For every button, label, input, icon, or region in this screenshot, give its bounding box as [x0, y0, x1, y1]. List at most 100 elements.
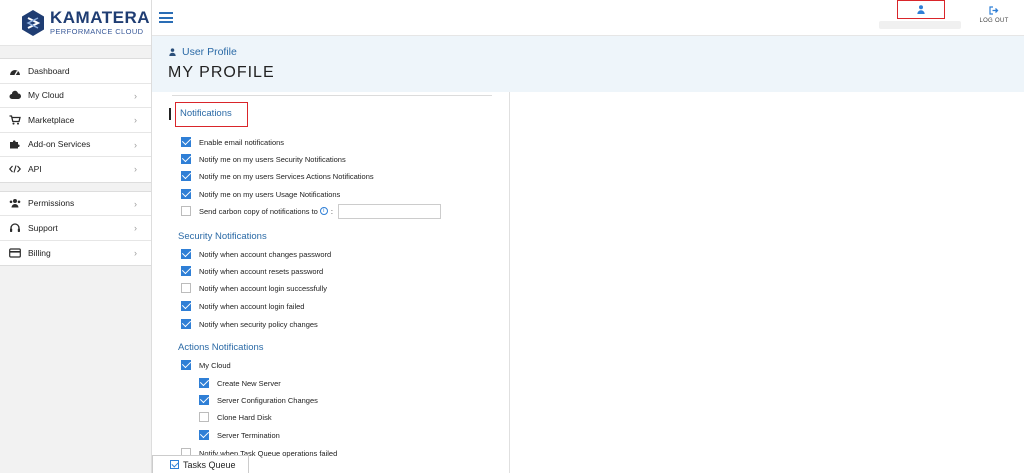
chevron-right-icon: ›: [134, 198, 137, 209]
user-icon: [169, 48, 176, 56]
sidebar-item-label: My Cloud: [28, 90, 64, 101]
checkbox[interactable]: [199, 430, 209, 440]
checkbox-label: Notify me on my users Usage Notification…: [199, 189, 341, 199]
sidebar-item-label: Dashboard: [28, 65, 70, 76]
sidebar-item-my-cloud[interactable]: My Cloud ›: [0, 84, 151, 108]
users-icon: [9, 198, 21, 208]
profile-content: Notifications Enable email notifications…: [152, 92, 510, 473]
notify-users-security-row[interactable]: Notify me on my users Security Notificat…: [181, 153, 346, 165]
logout-button[interactable]: LOG OUT: [974, 6, 1014, 24]
logout-label: LOG OUT: [979, 18, 1009, 24]
logo-name: KAMATERA: [50, 8, 151, 28]
logo[interactable]: KAMATERA PERFORMANCE CLOUD: [0, 0, 151, 46]
checkbox-label: Create New Server: [217, 378, 281, 388]
sidebar-item-api[interactable]: API ›: [0, 157, 151, 182]
sidebar-item-billing[interactable]: Billing ›: [0, 241, 151, 266]
sidebar-item-dashboard[interactable]: Dashboard: [0, 59, 151, 84]
checkbox[interactable]: [181, 266, 191, 276]
checkbox[interactable]: [181, 171, 191, 181]
sidebar-item-label: API: [28, 164, 42, 175]
checkbox-label: Notify when security policy changes: [199, 319, 318, 329]
checkbox[interactable]: [181, 283, 191, 293]
checkbox[interactable]: [181, 189, 191, 199]
headset-icon: [9, 223, 21, 233]
action-my-cloud-row[interactable]: My Cloud: [181, 359, 231, 371]
send-carbon-copy-row[interactable]: Send carbon copy of notifications to i :: [181, 205, 333, 217]
nav-group-account: Permissions › Support › Billing ›: [0, 190, 151, 266]
checkbox-label: My Cloud: [199, 360, 231, 370]
breadcrumb[interactable]: User Profile: [169, 46, 237, 58]
checkbox-label: Send carbon copy of notifications to: [199, 206, 318, 216]
dashboard-icon: [9, 66, 21, 76]
notify-users-usage-row[interactable]: Notify me on my users Usage Notification…: [181, 188, 340, 200]
logo-tagline: PERFORMANCE CLOUD: [50, 27, 144, 37]
divider: [172, 95, 492, 96]
sidebar-item-label: Support: [28, 222, 58, 233]
cart-icon: [9, 115, 21, 125]
checkbox[interactable]: [199, 378, 209, 388]
sidebar-item-marketplace[interactable]: Marketplace ›: [0, 108, 151, 133]
checkbox[interactable]: [181, 154, 191, 164]
chevron-right-icon: ›: [134, 139, 137, 150]
topbar: LOG OUT: [152, 0, 1024, 36]
actions-section-title: Actions Notifications: [178, 342, 264, 353]
code-icon: [9, 164, 21, 174]
checkbox-label: Clone Hard Disk: [217, 412, 272, 422]
sidebar-item-label: Add-on Services: [28, 139, 91, 150]
checkbox[interactable]: [181, 301, 191, 311]
page-header: User Profile MY PROFILE: [152, 36, 1024, 92]
security-login-failed-row[interactable]: Notify when account login failed: [181, 300, 304, 312]
checkbox-label: Notify me on my users Services Actions N…: [199, 171, 374, 181]
cloud-icon: [9, 90, 21, 100]
credit-card-icon: [9, 248, 21, 258]
checkbox[interactable]: [181, 206, 191, 216]
security-change-password-row[interactable]: Notify when account changes password: [181, 248, 331, 260]
checkbox[interactable]: [199, 412, 209, 422]
chevron-right-icon: ›: [134, 223, 137, 233]
action-server-termination-row[interactable]: Server Termination: [199, 429, 280, 441]
checkbox[interactable]: [181, 360, 191, 370]
action-create-server-row[interactable]: Create New Server: [199, 377, 281, 389]
chevron-right-icon: ›: [134, 164, 137, 174]
notifications-section-title[interactable]: Notifications: [180, 108, 232, 119]
checkbox[interactable]: [181, 137, 191, 147]
checkbox-label: Server Configuration Changes: [217, 395, 318, 405]
checkbox-label: Notify when account changes password: [199, 249, 332, 259]
security-login-success-row[interactable]: Notify when account login successfully: [181, 282, 327, 294]
security-section-title: Security Notifications: [178, 231, 267, 242]
nav-group-main: Dashboard My Cloud › Marketplace › Add-o…: [0, 58, 151, 183]
sidebar-item-label: Billing: [28, 247, 51, 258]
security-reset-password-row[interactable]: Notify when account resets password: [181, 265, 323, 277]
sidebar-item-label: Marketplace: [28, 114, 75, 125]
sidebar-item-support[interactable]: Support ›: [0, 216, 151, 241]
tasks-queue-tab[interactable]: Tasks Queue: [152, 455, 249, 473]
chevron-right-icon: ›: [134, 90, 137, 101]
user-icon: [917, 5, 925, 14]
checkbox[interactable]: [199, 395, 209, 405]
carbon-copy-email-input[interactable]: [338, 204, 441, 219]
tasks-queue-label: Tasks Queue: [183, 459, 236, 470]
chevron-right-icon: ›: [134, 247, 137, 258]
user-name-redacted: [879, 21, 961, 29]
checkbox[interactable]: [181, 249, 191, 259]
breadcrumb-label: User Profile: [182, 46, 237, 58]
notify-users-services-actions-row[interactable]: Notify me on my users Services Actions N…: [181, 170, 374, 182]
cc-colon: :: [330, 206, 333, 216]
kamatera-logo-icon: [22, 9, 44, 36]
hamburger-menu-icon[interactable]: [159, 12, 173, 23]
sidebar-item-add-on-services[interactable]: Add-on Services ›: [0, 133, 151, 157]
action-server-config-row[interactable]: Server Configuration Changes: [199, 394, 318, 406]
puzzle-icon: [9, 139, 21, 149]
checkbox-label: Notify when account login failed: [199, 301, 305, 311]
checkbox[interactable]: [181, 319, 191, 329]
action-clone-disk-row[interactable]: Clone Hard Disk: [199, 411, 272, 423]
info-icon[interactable]: i: [319, 207, 328, 215]
enable-email-notifications-row[interactable]: Enable email notifications: [181, 136, 284, 148]
section-marker: [169, 108, 171, 120]
checkbox-icon: [170, 460, 179, 469]
chevron-right-icon: ›: [134, 115, 137, 125]
security-policy-changes-row[interactable]: Notify when security policy changes: [181, 318, 318, 330]
checkbox-label: Server Termination: [217, 430, 280, 440]
sidebar-item-permissions[interactable]: Permissions ›: [0, 192, 151, 216]
user-menu-button[interactable]: [897, 0, 945, 19]
